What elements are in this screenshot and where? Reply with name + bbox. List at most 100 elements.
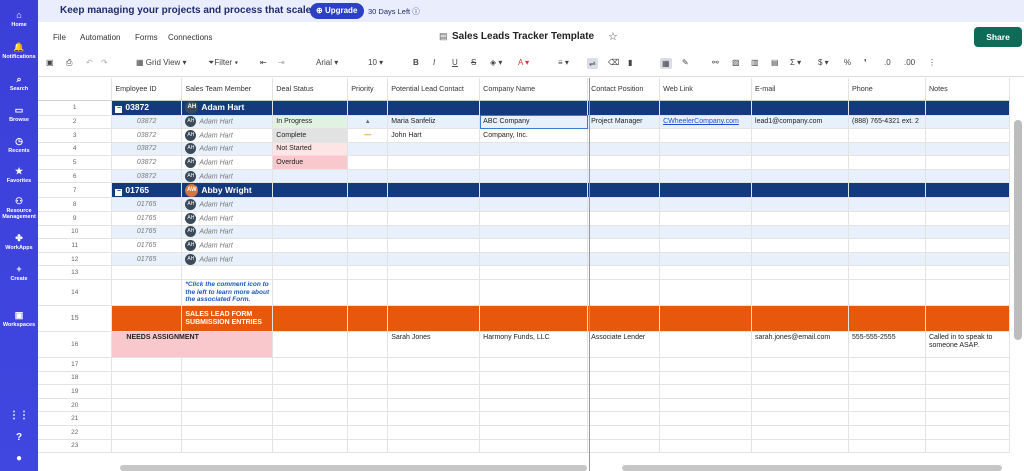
menu-connections[interactable]: Connections [168,33,212,42]
cell[interactable] [272,225,349,240]
cell[interactable] [659,279,753,307]
cell[interactable] [848,169,926,184]
cell[interactable] [347,371,389,386]
row-number[interactable]: 11 [38,238,113,253]
nav-favorites[interactable]: ★ Favorites [0,166,38,184]
percent-icon[interactable]: % [844,58,851,67]
cell[interactable] [347,384,389,399]
table-row[interactable]: 7 −01765 AW Abby Wright [38,182,1010,199]
bold-icon[interactable]: B [413,58,419,67]
cell-lead-contact[interactable]: John Hart [387,128,481,143]
vertical-scrollbar[interactable] [1014,120,1022,340]
cell[interactable] [479,305,589,333]
cell[interactable] [479,225,589,240]
thousands-icon[interactable]: ❜ [864,58,867,67]
table-row[interactable]: 2 03872 AH Adam Hart In Progress ▲ Maria … [38,115,1010,130]
cell[interactable] [925,142,1010,157]
table-row[interactable]: 20 [38,398,1010,413]
cell[interactable] [347,225,389,240]
cell[interactable] [587,155,661,170]
cell-employee-id[interactable]: 03872 [111,115,183,130]
cell[interactable] [387,279,481,307]
table-row[interactable]: 21 [38,411,1010,426]
cell[interactable] [111,425,183,440]
table-row[interactable]: 1 −03872 AH Adam Hart [38,100,1010,116]
menu-automation[interactable]: Automation [80,33,120,42]
cell[interactable] [347,238,389,253]
nav-workspaces[interactable]: ▣ Workspaces [0,310,38,328]
cell[interactable] [925,155,1010,170]
cell[interactable] [587,100,661,116]
cell[interactable] [587,169,661,184]
cell[interactable] [751,225,849,240]
cell[interactable] [659,142,753,157]
table-row[interactable]: 10 01765 AH Adam Hart [38,225,1010,240]
cell[interactable] [751,371,849,386]
table-row[interactable]: 9 01765 AH Adam Hart [38,211,1010,226]
cell-notes[interactable]: Called in to speak to someone ASAP. [925,331,1010,359]
cell[interactable] [848,439,926,454]
cell[interactable] [272,211,349,226]
cell[interactable] [848,371,926,386]
cell[interactable] [751,169,849,184]
cell[interactable] [347,169,389,184]
cell[interactable] [587,371,661,386]
cell-sales-team-member[interactable]: AH Adam Hart [181,169,274,184]
align-icon[interactable]: ≡ ▾ [558,58,569,67]
nav-recents[interactable]: ◷ Recents [0,136,38,154]
table-row[interactable]: 4 03872 AH Adam Hart Not Started [38,142,1010,157]
table-row[interactable]: 3 03872 AH Adam Hart Complete — John Hart… [38,128,1010,143]
freeze-column-divider[interactable] [589,78,590,471]
cell[interactable] [587,182,661,199]
cell[interactable] [272,100,349,116]
cell[interactable] [272,411,349,426]
highlight-icon[interactable]: ✎ [682,58,689,67]
table-row[interactable]: 14 *Click the comment icon to the left t… [38,279,1010,307]
collapse-icon[interactable]: − [115,188,123,196]
cell[interactable] [347,197,389,213]
cell[interactable] [925,305,1010,333]
cell[interactable] [347,182,389,199]
cell[interactable] [751,197,849,213]
nav-resource-management[interactable]: ⚇ Resource Management [0,196,38,220]
redo-icon[interactable]: ↷ [101,58,108,67]
col-employee-id[interactable]: Employee ID [111,78,183,101]
col-company-name[interactable]: Company Name [479,78,589,101]
cell[interactable] [848,425,926,440]
col-notes[interactable]: Notes [925,78,1010,101]
row-number[interactable]: 13 [38,265,113,281]
table-row[interactable]: 18 [38,371,1010,386]
cell[interactable] [387,357,481,372]
cell[interactable] [925,182,1010,199]
cell[interactable] [347,357,389,372]
cell-deal-status[interactable]: Overdue [272,155,349,170]
cell[interactable] [387,100,481,116]
cell[interactable] [751,425,849,440]
cell[interactable] [479,252,589,267]
cell[interactable] [111,305,183,333]
cell[interactable] [347,305,389,333]
cell[interactable] [272,169,349,184]
account-icon[interactable]: ● [0,453,38,464]
cell[interactable] [587,265,661,281]
collapse-icon[interactable]: − [115,105,123,113]
col-phone[interactable]: Phone [848,78,926,101]
cell-email[interactable]: lead1@company.com [751,115,849,130]
row-number[interactable]: 17 [38,357,113,372]
cell-employee-id[interactable]: 01765 [111,225,183,240]
cell[interactable] [111,384,183,399]
horizontal-scrollbar-left[interactable] [120,465,587,471]
apps-grid-icon[interactable]: ⋮⋮ [0,410,38,421]
cell[interactable] [111,398,183,413]
cell[interactable] [587,211,661,226]
cell[interactable] [272,265,349,281]
web-link[interactable]: CWheelerCompany.com [663,118,739,125]
cell[interactable] [587,197,661,213]
cell[interactable] [659,411,753,426]
cell[interactable] [181,411,274,426]
col-sales-team-member[interactable]: Sales Team Member [181,78,274,101]
cell[interactable] [848,252,926,267]
cell[interactable] [587,398,661,413]
horizontal-scrollbar-right[interactable] [622,465,1002,471]
cell[interactable] [751,100,849,116]
